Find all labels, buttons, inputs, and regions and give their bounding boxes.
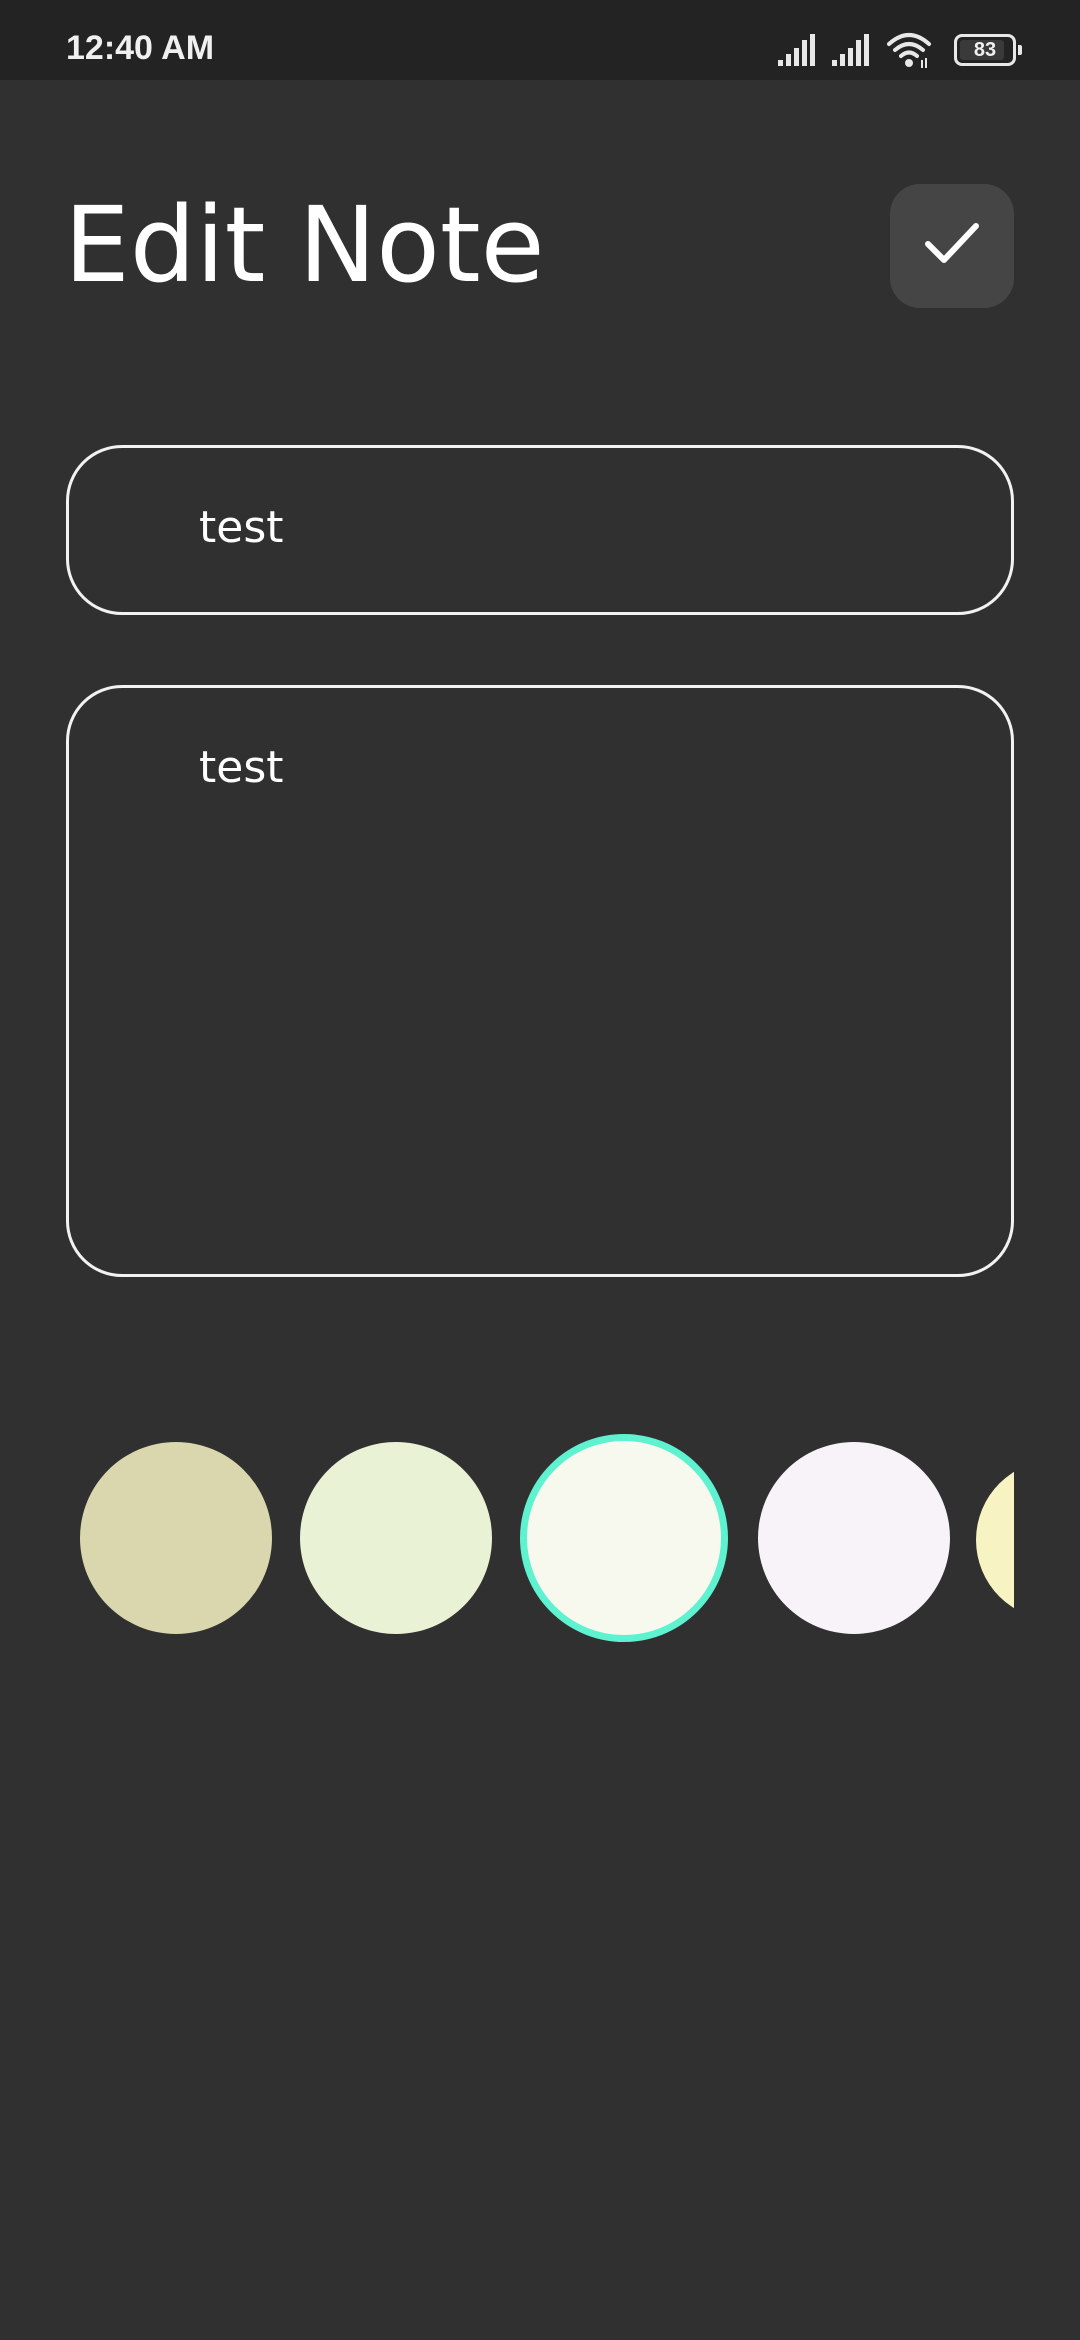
page-title: Edit Note [64,184,545,306]
note-title-value: test [199,502,284,553]
wifi-icon [886,30,932,74]
color-swatch[interactable] [300,1442,492,1634]
status-icons: 83 [776,30,1022,70]
note-content-value: test [199,742,284,793]
battery-icon: 83 [954,34,1022,66]
color-swatch[interactable] [80,1442,272,1634]
note-content-field[interactable]: test [66,685,1014,1277]
color-swatch-selected[interactable] [520,1434,728,1642]
color-picker [66,1430,1014,1650]
color-swatch[interactable] [758,1442,950,1634]
note-title-field[interactable]: test [66,445,1014,615]
signal-icon [830,30,872,74]
signal-icon [776,30,818,74]
battery-level: 83 [973,39,997,61]
color-swatch[interactable] [976,1460,1014,1620]
status-bar: 12:40 AM 83 [0,0,1080,80]
check-icon [920,212,984,280]
save-button[interactable] [890,184,1014,308]
status-time: 12:40 AM [66,29,215,67]
